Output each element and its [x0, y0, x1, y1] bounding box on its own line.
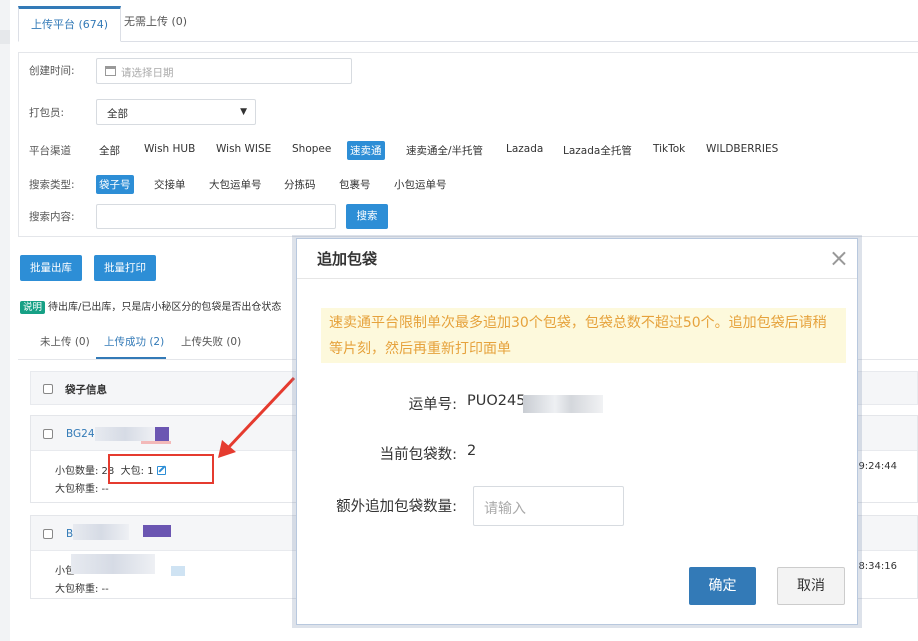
- waybill-value: PUO245: [467, 393, 526, 409]
- waybill-label: 运单号:: [408, 397, 457, 413]
- redacted-waybill: [523, 395, 603, 413]
- extra-count-placeholder: 请输入: [484, 501, 526, 517]
- dialog-header: 追加包袋 ×: [297, 239, 857, 279]
- close-icon[interactable]: ×: [829, 243, 849, 273]
- cancel-button[interactable]: 取消: [777, 567, 845, 605]
- add-bag-dialog: 追加包袋 × 速卖通平台限制单次最多追加30个包袋，包袋总数不超过50个。追加包…: [296, 238, 858, 625]
- confirm-button[interactable]: 确定: [689, 567, 756, 605]
- dialog-title: 追加包袋: [317, 250, 378, 268]
- extra-count-input[interactable]: 请输入: [473, 486, 624, 526]
- page: 上传平台 (674) 无需上传 (0) 创建时间: 请选择日期 打包员: 全部 …: [0, 0, 918, 641]
- extra-count-label: 额外追加包袋数量:: [336, 499, 457, 515]
- warning-notice: 速卖通平台限制单次最多追加30个包袋，包袋总数不超过50个。追加包袋后请稍等片刻…: [321, 308, 846, 363]
- current-count-label: 当前包袋数:: [379, 447, 457, 463]
- current-count-value: 2: [467, 443, 477, 459]
